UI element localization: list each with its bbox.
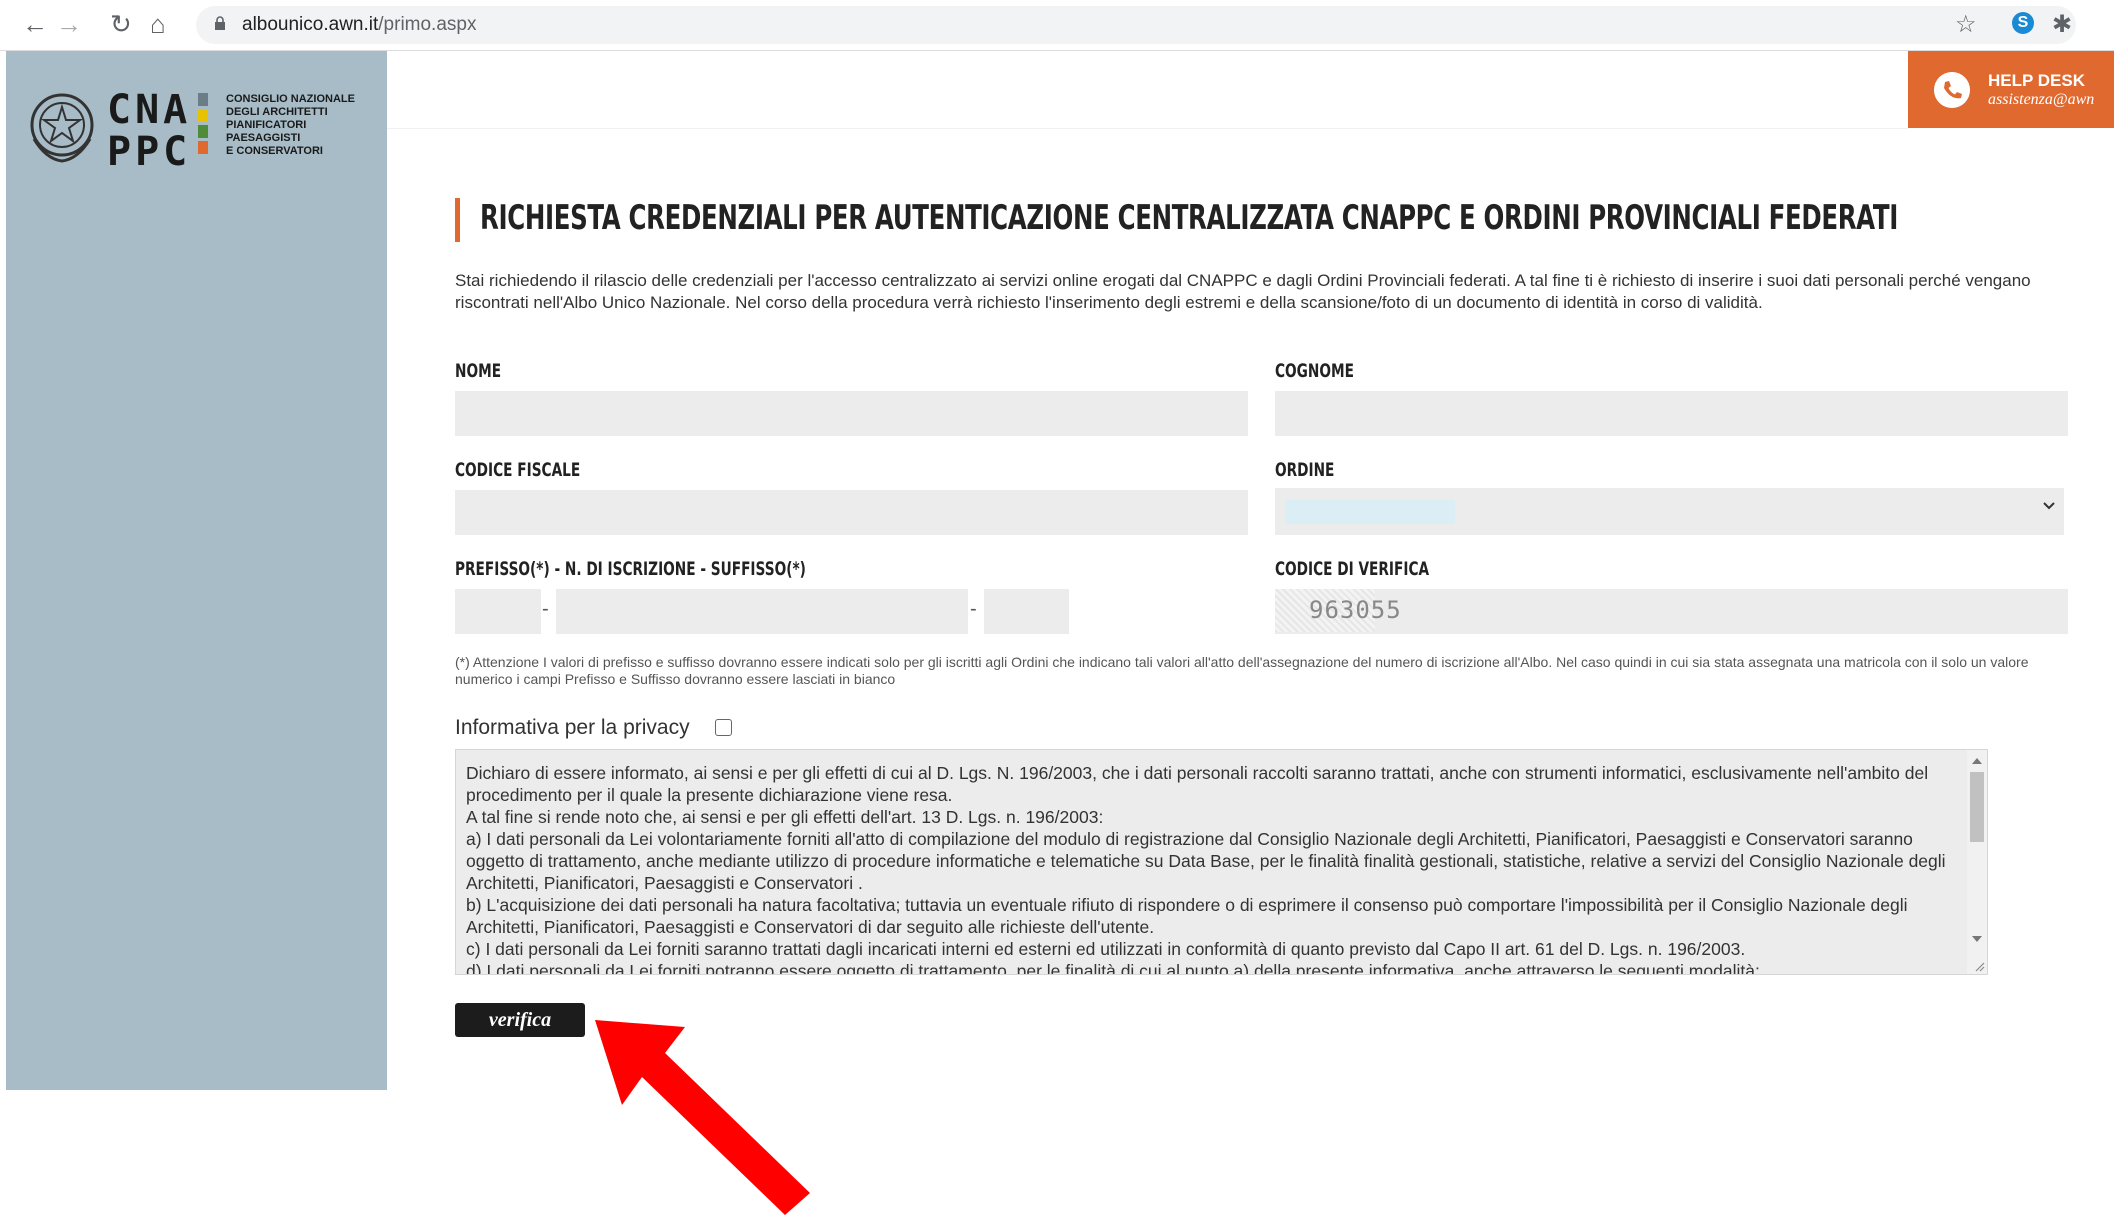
cognome-input[interactable] (1275, 391, 2068, 436)
page-title: RICHIESTA CREDENZIALI PER AUTENTICAZIONE… (480, 198, 1898, 238)
codice-fiscale-input[interactable] (455, 490, 1248, 535)
ordine-label: ORDINE (1275, 459, 1335, 481)
logo-letters: CNA PPC (107, 87, 192, 175)
cognome-label: COGNOME (1275, 360, 1354, 382)
nome-label: NOME (455, 360, 502, 382)
intro-text: Stai richiedendo il rilascio delle crede… (455, 271, 2031, 312)
phone-icon (1934, 72, 1970, 108)
bookmark-star-icon[interactable]: ☆ (1955, 10, 1977, 39)
prefisso-input[interactable] (455, 589, 541, 634)
scroll-up-icon[interactable] (1972, 758, 1982, 764)
header-strip (387, 51, 1908, 129)
extensions-puzzle-icon[interactable]: ✱ (2052, 10, 2072, 39)
lock-icon (215, 16, 225, 30)
italian-emblem-icon (30, 93, 94, 163)
nome-input[interactable] (455, 391, 1248, 436)
title-accent-bar (455, 198, 460, 242)
red-arrow-annotation (595, 1020, 810, 1215)
chevron-down-icon (2043, 502, 2055, 510)
ordine-selected-option (1285, 500, 1455, 524)
privacy-scrollbar[interactable] (1967, 750, 1987, 974)
browser-toolbar: ← → ↻ ⌂ albounico.awn.it/primo.aspx ☆ S … (0, 0, 2114, 51)
scrollbar-thumb[interactable] (1970, 772, 1984, 842)
sidebar: CNA PPC Consiglio Nazionale degli Archit… (6, 51, 387, 1090)
privacy-text: Dichiaro di essere informato, ai sensi e… (466, 763, 1946, 975)
skype-extension-icon[interactable]: S (2012, 12, 2034, 34)
helpdesk-banner[interactable]: HELP DESK assistenza@awn (1908, 51, 2114, 128)
verifica-button[interactable]: verifica (455, 1003, 585, 1037)
numero-iscrizione-input[interactable] (556, 589, 968, 634)
codice-verifica-label: CODICE DI VERIFICA (1275, 558, 1430, 580)
address-bar[interactable]: albounico.awn.it/primo.aspx (196, 6, 2076, 44)
ordine-select[interactable] (1275, 488, 2064, 535)
home-icon[interactable]: ⌂ (150, 9, 166, 40)
iscrizione-label: PREFISSO(*) - N. DI ISCRIZIONE - SUFFISS… (455, 558, 806, 580)
organization-name: Consiglio Nazionale degli Architetti Pia… (226, 93, 355, 157)
codice-fiscale-label: CODICE FISCALE (455, 459, 581, 481)
scroll-down-icon[interactable] (1972, 936, 1982, 942)
helpdesk-title: HELP DESK (1988, 71, 2085, 90)
reload-icon[interactable]: ↻ (110, 9, 132, 40)
captcha-image: 963055 (1275, 589, 1401, 632)
helpdesk-email[interactable]: assistenza@awn (1988, 91, 2094, 109)
back-icon[interactable]: ← (22, 9, 48, 40)
prefix-suffix-note: (*) Attenzione I valori di prefisso e su… (455, 654, 2029, 687)
url-text: albounico.awn.it/primo.aspx (242, 14, 477, 35)
privacy-textarea[interactable]: Dichiaro di essere informato, ai sensi e… (455, 749, 1988, 975)
separator: - (542, 598, 549, 620)
privacy-label: Informativa per la privacy (455, 716, 690, 739)
separator: - (970, 598, 977, 620)
forward-icon[interactable]: → (56, 9, 82, 40)
logo-color-bars (198, 93, 208, 157)
suffisso-input[interactable] (984, 589, 1069, 634)
privacy-checkbox[interactable] (715, 719, 732, 736)
resize-grip-icon[interactable] (1973, 960, 1985, 972)
